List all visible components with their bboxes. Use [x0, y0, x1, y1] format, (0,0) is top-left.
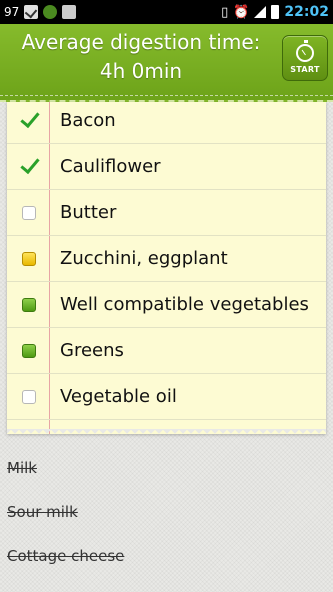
- green-square-icon: [22, 298, 36, 312]
- list-item-label: Greens: [60, 340, 124, 361]
- notification-count: 97: [4, 5, 20, 19]
- list-item-label: Well compatible vegetables: [60, 294, 309, 315]
- ladybug-icon: [43, 5, 58, 19]
- removed-item[interactable]: Cottage cheese: [7, 547, 124, 565]
- empty-square-icon: [22, 206, 36, 220]
- image-icon: [62, 5, 77, 19]
- list-item[interactable]: Well compatible vegetables: [7, 282, 326, 328]
- removed-item[interactable]: Sour milk: [7, 503, 78, 521]
- clock: 22:02: [284, 4, 329, 20]
- list-item-label: Bacon: [60, 110, 116, 131]
- digestion-time-value: 4h 0min: [99, 59, 183, 83]
- list-item[interactable]: Zucchini, eggplant: [7, 236, 326, 282]
- list-item-label: Zucchini, eggplant: [60, 248, 228, 269]
- removed-item[interactable]: Milk: [7, 459, 37, 477]
- battery-icon: [271, 5, 280, 19]
- signal-icon: [254, 6, 267, 18]
- status-bar: 97 ▯ ⏰ 22:02: [0, 0, 333, 24]
- list-item[interactable]: Vegetable oil: [7, 374, 326, 420]
- list-item[interactable]: Bacon: [7, 102, 326, 144]
- task-done-icon: [24, 5, 39, 19]
- digestion-time-title: Average digestion time: 4h 0min: [0, 28, 282, 86]
- alarm-icon: ⏰: [233, 4, 250, 20]
- start-button-label: START: [290, 65, 320, 74]
- vibrate-icon: ▯: [221, 4, 229, 20]
- food-list: Bacon Cauliflower Butter Zucchini, eggpl…: [7, 102, 326, 434]
- stopwatch-icon: [296, 40, 314, 62]
- list-item-label: Vegetable oil: [60, 386, 177, 407]
- header-stitch-divider: [0, 95, 333, 96]
- start-button[interactable]: START: [282, 35, 328, 81]
- checkmark-icon: [19, 155, 41, 177]
- empty-square-icon: [22, 390, 36, 404]
- list-item[interactable]: Greens: [7, 328, 326, 374]
- green-square-icon: [22, 344, 36, 358]
- checkmark-icon: [19, 109, 41, 131]
- list-item-label: Cauliflower: [60, 156, 161, 177]
- list-item-label: Butter: [60, 202, 117, 223]
- yellow-square-icon: [22, 252, 36, 266]
- list-item[interactable]: Cauliflower: [7, 144, 326, 190]
- digestion-header: Average digestion time: 4h 0min START: [0, 24, 333, 102]
- list-item[interactable]: Butter: [7, 190, 326, 236]
- title-line-1: Average digestion time:: [21, 30, 261, 54]
